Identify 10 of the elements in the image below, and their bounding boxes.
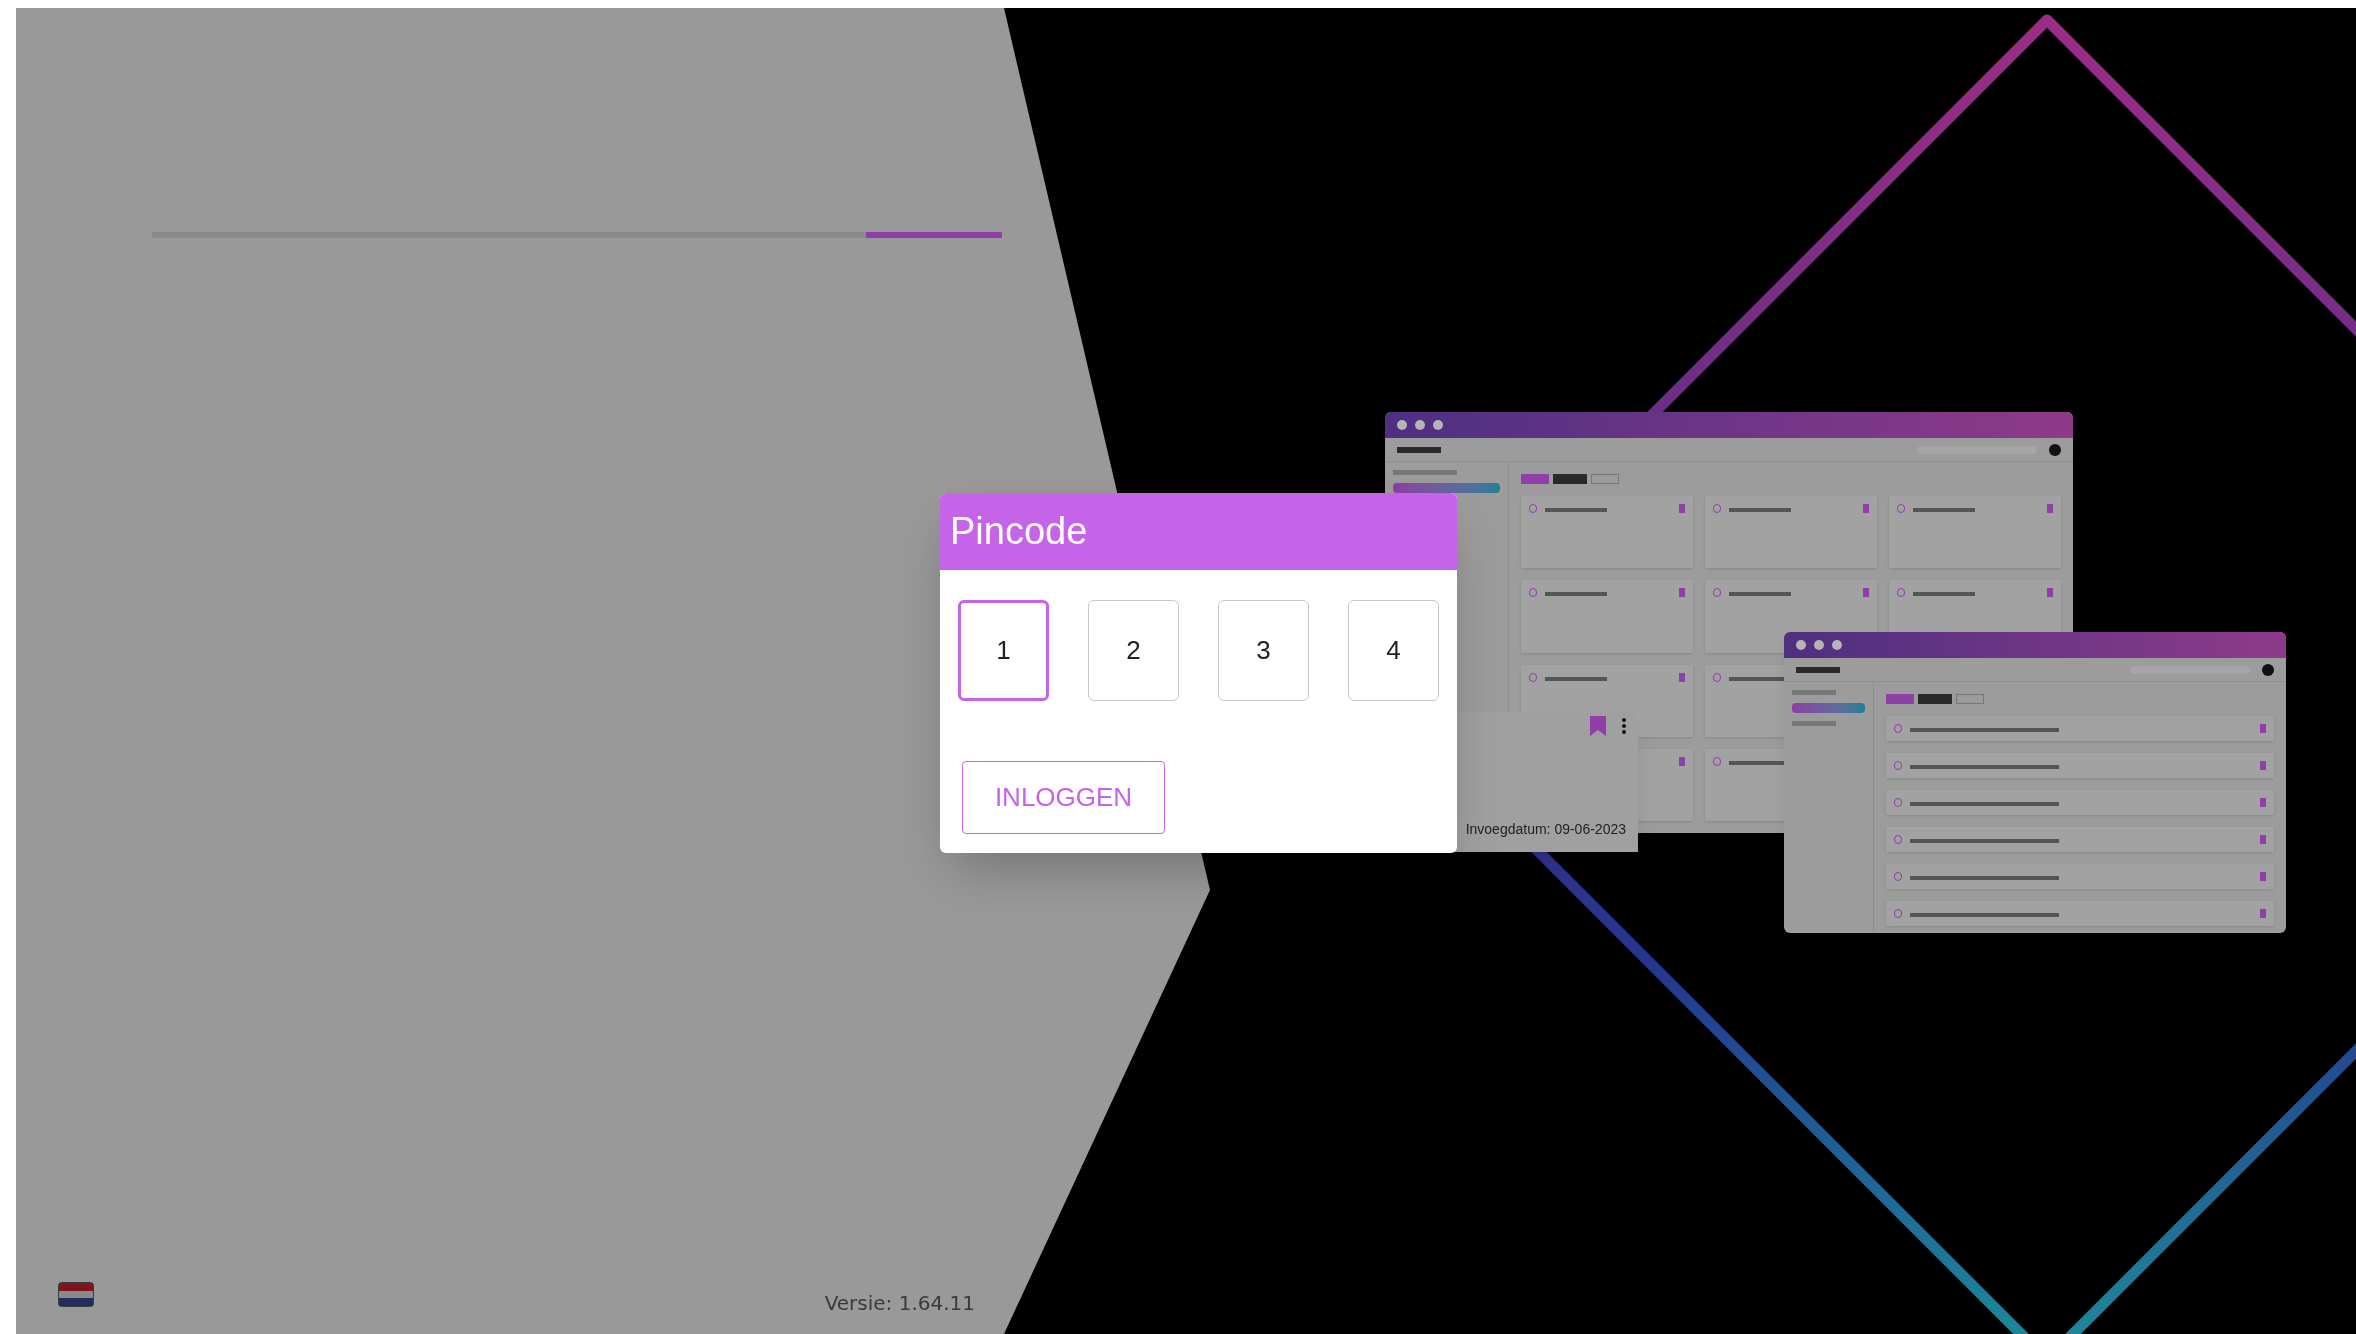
pin-digit-field[interactable]: 4 [1348,600,1439,701]
pin-digit-field[interactable]: 1 [958,600,1049,701]
preview-card-date: Invoegdatum: 09-06-2023 [1465,820,1626,839]
bookmark-icon [1590,716,1606,736]
version-label: Versie: 1.64.11 [824,1290,975,1317]
pin-digit-field[interactable]: 3 [1218,600,1309,701]
pin-digit-field[interactable]: 2 [1088,600,1179,701]
netherlands-flag-icon [58,1282,94,1307]
dialog-title: Pincode [950,509,1088,554]
more-vertical-icon [1622,718,1626,734]
